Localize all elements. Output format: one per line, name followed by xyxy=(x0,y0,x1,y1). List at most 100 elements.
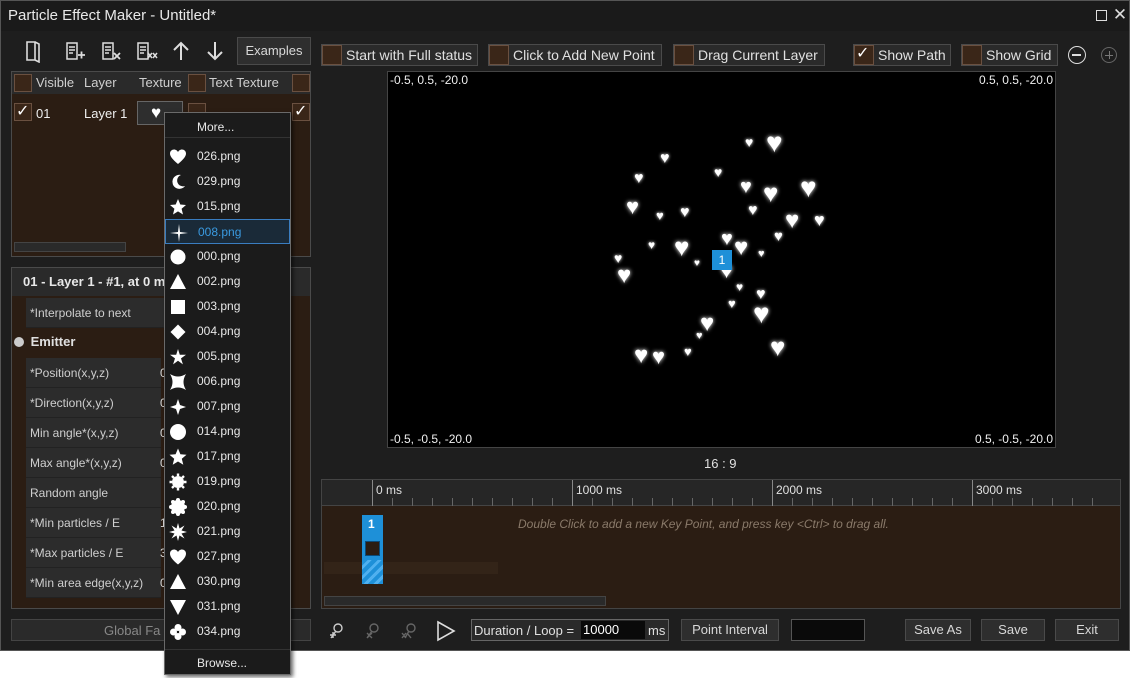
menu-item-000[interactable]: 000.png xyxy=(165,244,290,269)
timeline[interactable]: 0 ms 1000 ms 2000 ms 3000 ms Double Clic… xyxy=(321,479,1121,609)
show-path-checkbox[interactable] xyxy=(854,43,874,65)
menu-item-015[interactable]: 015.png xyxy=(165,194,290,219)
add-keypoint-icon[interactable] xyxy=(327,621,347,641)
move-up-icon[interactable] xyxy=(169,39,193,63)
star-icon xyxy=(170,199,186,215)
save-as-button[interactable]: Save As xyxy=(905,619,971,641)
delete-all-layers-icon[interactable] xyxy=(135,39,159,63)
menu-item-014[interactable]: 014.png xyxy=(165,419,290,444)
cloud-circle-icon xyxy=(169,498,187,516)
full-status-toggle[interactable]: Start with Full status xyxy=(321,44,478,66)
timeline-scrollbar[interactable] xyxy=(324,596,606,606)
col-layer: Layer xyxy=(84,75,117,90)
layer-visible-checkbox[interactable] xyxy=(14,101,32,121)
play-icon[interactable] xyxy=(435,619,457,643)
heart-icon: ♥ xyxy=(648,238,656,252)
add-point-checkbox[interactable] xyxy=(489,45,509,65)
heart-icon: ♥ xyxy=(800,172,817,203)
menu-item-027[interactable]: 027.png xyxy=(165,544,290,569)
zoom-in-icon[interactable] xyxy=(1101,47,1117,63)
open-file-icon[interactable] xyxy=(21,39,45,64)
visible-all-checkbox[interactable] xyxy=(14,74,32,92)
menu-item-030[interactable]: 030.png xyxy=(165,569,290,594)
heart-icon: ♥ xyxy=(660,150,670,167)
menu-browse[interactable]: Browse... xyxy=(165,649,290,674)
remove-all-keypoints-icon[interactable] xyxy=(399,621,419,641)
drag-layer-checkbox[interactable] xyxy=(674,45,694,65)
heart-icon: ♥ xyxy=(694,258,700,269)
gear-icon xyxy=(169,473,187,491)
global-factor-label: Global Fa xyxy=(104,623,161,638)
menu-item-006[interactable]: 006.png xyxy=(165,369,290,394)
delete-layer-icon[interactable] xyxy=(99,39,123,63)
zoom-out-icon[interactable] xyxy=(1068,46,1086,64)
add-layer-icon[interactable] xyxy=(63,39,87,63)
layer-index: 01 xyxy=(36,106,51,121)
heart-icon: ♥ xyxy=(770,332,786,362)
menu-item-029[interactable]: 029.png xyxy=(165,169,290,194)
preview-canvas[interactable]: -0.5, 0.5, -20.0 0.5, 0.5, -20.0 -0.5, -… xyxy=(387,71,1056,448)
layer-extra-checkbox[interactable] xyxy=(292,101,310,121)
drag-layer-label: Drag Current Layer xyxy=(698,47,818,63)
heart-icon xyxy=(170,149,186,164)
heart-icon: ♥ xyxy=(753,298,770,329)
menu-item-017[interactable]: 017.png xyxy=(165,444,290,469)
menu-item-021[interactable]: 021.png xyxy=(165,519,290,544)
texture-dropdown: More... 026.png 029.png 015.png 008.png … xyxy=(164,112,291,675)
heart-icon: ♥ xyxy=(634,342,649,369)
prop-random-angle: Random angle xyxy=(26,478,161,508)
show-grid-checkbox[interactable] xyxy=(962,45,982,65)
menu-item-019[interactable]: 019.png xyxy=(165,469,290,494)
path-point[interactable]: 1 xyxy=(712,250,732,270)
menu-item-007[interactable]: 007.png xyxy=(165,394,290,419)
triangle-icon xyxy=(170,274,186,289)
menu-item-026[interactable]: 026.png xyxy=(165,144,290,169)
menu-item-003[interactable]: 003.png xyxy=(165,294,290,319)
show-grid-toggle[interactable]: Show Grid xyxy=(961,44,1058,66)
maximize-button[interactable] xyxy=(1093,5,1111,25)
menu-item-004[interactable]: 004.png xyxy=(165,319,290,344)
menu-item-002[interactable]: 002.png xyxy=(165,269,290,294)
collapse-icon[interactable] xyxy=(14,337,24,347)
keyframe[interactable]: 1 xyxy=(362,515,383,584)
move-down-icon[interactable] xyxy=(203,39,227,63)
full-status-checkbox[interactable] xyxy=(322,45,342,65)
point-interval-button[interactable]: Point Interval xyxy=(681,619,779,641)
square-icon xyxy=(171,300,185,314)
menu-item-008[interactable]: 008.png xyxy=(165,219,290,244)
concave-square-icon xyxy=(170,374,186,390)
remove-keypoint-icon[interactable] xyxy=(363,621,383,641)
show-path-toggle[interactable]: Show Path xyxy=(853,43,951,66)
show-path-label: Show Path xyxy=(878,47,946,63)
col-visible: Visible xyxy=(36,75,75,90)
prop-min-angle: Min angle*(x,y,z) xyxy=(26,418,161,448)
menu-item-005[interactable]: 005.png xyxy=(165,344,290,369)
clover-icon xyxy=(170,624,186,640)
extra-column-checkbox[interactable] xyxy=(292,74,310,92)
tick-1000: 1000 ms xyxy=(572,480,622,506)
menu-item-031[interactable]: 031.png xyxy=(165,594,290,619)
drag-layer-toggle[interactable]: Drag Current Layer xyxy=(673,44,825,66)
heart-icon: ♥ xyxy=(745,134,754,150)
menu-more[interactable]: More... xyxy=(165,114,290,138)
duration-input[interactable]: 10000 xyxy=(581,621,645,639)
heart-icon: ♥ xyxy=(617,262,632,289)
emitter-section[interactable]: Emitter xyxy=(14,330,164,354)
exit-button[interactable]: Exit xyxy=(1055,619,1119,641)
keyframe-box xyxy=(365,541,380,556)
heart-icon: ♥ xyxy=(734,234,749,261)
four-point-star-icon xyxy=(170,399,186,415)
menu-item-020[interactable]: 020.png xyxy=(165,494,290,519)
heart-icon: ♥ xyxy=(652,344,666,369)
down-triangle-icon xyxy=(170,600,186,615)
moon-icon xyxy=(172,174,185,189)
close-button[interactable]: ✕ xyxy=(1111,5,1129,25)
examples-button[interactable]: Examples xyxy=(237,37,311,65)
menu-item-034[interactable]: 034.png xyxy=(165,619,290,644)
save-button[interactable]: Save xyxy=(981,619,1045,641)
star-icon xyxy=(169,448,187,465)
text-texture-all-checkbox[interactable] xyxy=(188,74,206,92)
add-point-toggle[interactable]: Click to Add New Point xyxy=(488,44,662,66)
star-icon xyxy=(170,349,186,365)
layers-scrollbar[interactable] xyxy=(14,242,126,252)
